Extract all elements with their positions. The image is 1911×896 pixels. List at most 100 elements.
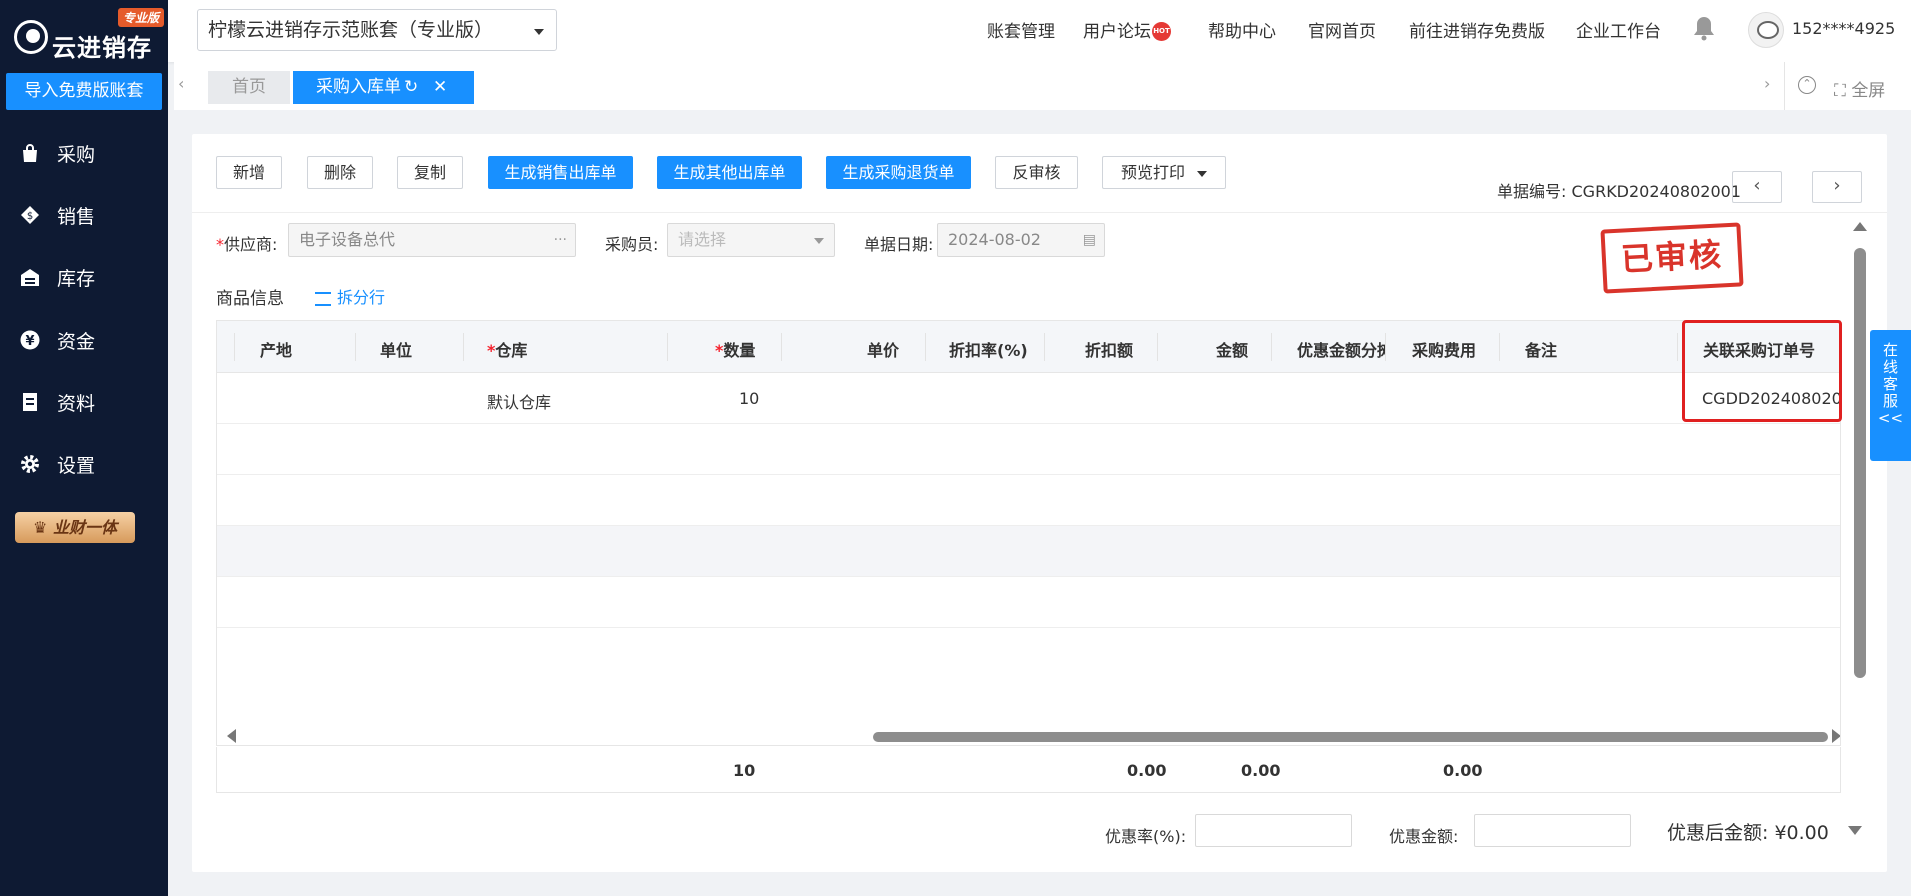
- tab-scroll-left-icon[interactable]: ‹: [178, 74, 184, 93]
- import-free-account-button[interactable]: 导入免费版账套: [6, 73, 162, 110]
- svg-text:¥: ¥: [25, 334, 34, 349]
- discount-rate-input[interactable]: [1195, 814, 1352, 847]
- link-help-center[interactable]: 帮助中心: [1208, 17, 1276, 42]
- column-header-unit-price[interactable]: 单价: [867, 337, 899, 361]
- table-row[interactable]: [217, 475, 1840, 526]
- link-user-forum[interactable]: 用户论坛 HOT: [1083, 17, 1171, 42]
- column-header-unit[interactable]: 单位: [380, 337, 412, 361]
- previous-document-button[interactable]: ‹: [1732, 171, 1782, 203]
- table-row[interactable]: [217, 526, 1840, 577]
- column-header-amount[interactable]: 金额: [1216, 337, 1248, 361]
- final-amount: 优惠后金额: ¥0.00: [1667, 818, 1829, 845]
- vertical-scrollbar[interactable]: [1853, 220, 1867, 720]
- split-row-label: 拆分行: [337, 288, 386, 307]
- scroll-right-icon[interactable]: [1832, 729, 1840, 743]
- sidebar-item-funds[interactable]: ¥ 资金: [0, 315, 168, 365]
- calendar-icon[interactable]: ▤: [1083, 224, 1096, 256]
- link-official-site[interactable]: 官网首页: [1308, 17, 1376, 42]
- tag-icon: $: [20, 205, 40, 225]
- column-header-origin[interactable]: 产地: [260, 337, 292, 361]
- promo-badge[interactable]: ♛ 业财一体: [15, 512, 135, 543]
- supplier-field[interactable]: 电子设备总代 ···: [288, 223, 576, 257]
- generate-other-outbound-button[interactable]: 生成其他出库单: [657, 156, 802, 189]
- link-enterprise-workbench[interactable]: 企业工作台: [1576, 17, 1661, 42]
- column-header-discount-allocation[interactable]: 优惠金额分摊: [1297, 337, 1385, 361]
- new-button[interactable]: 新增: [216, 156, 282, 189]
- tab-bar: ‹ 首页 采购入库单 ↻ ✕ › ⌃ ⛶ 全屏: [174, 62, 1911, 110]
- discount-rate-label: 优惠率(%):: [1105, 827, 1187, 846]
- tab-label: 采购入库单: [316, 77, 401, 97]
- sidebar-item-sales[interactable]: $ 销售: [0, 190, 168, 240]
- cell-quantity[interactable]: 10: [739, 389, 759, 408]
- online-service-tab[interactable]: 在 线 客 服 <<: [1870, 330, 1911, 461]
- column-header-discount-rate[interactable]: 折扣率(%): [949, 337, 1028, 361]
- link-account-management[interactable]: 账套管理: [987, 17, 1055, 42]
- divider: [192, 212, 1887, 213]
- account-select[interactable]: 柠檬云进销存示范账套（专业版）: [197, 9, 557, 51]
- copy-button[interactable]: 复制: [397, 156, 463, 189]
- more-icon[interactable]: ···: [554, 224, 567, 256]
- total-amount: 0.00: [1241, 761, 1281, 780]
- scroll-up-icon[interactable]: [1853, 222, 1867, 231]
- buyer-label: 采购员:: [605, 235, 659, 254]
- sidebar-item-settings[interactable]: 设置: [0, 439, 168, 489]
- column-header-warehouse[interactable]: *仓库: [487, 337, 527, 361]
- crown-icon: ♛: [33, 518, 53, 537]
- table-row[interactable]: 默认仓库 10 CGDD20240802001: [217, 373, 1840, 424]
- approved-stamp: 已审核: [1600, 222, 1744, 294]
- column-header-discount[interactable]: 折扣额: [1085, 337, 1133, 361]
- refresh-icon[interactable]: ↻: [404, 71, 418, 104]
- generate-purchase-return-button[interactable]: 生成采购退货单: [826, 156, 971, 189]
- tab-purchase-inbound[interactable]: 采购入库单 ↻ ✕: [293, 71, 474, 104]
- sidebar-item-inventory[interactable]: 库存: [0, 252, 168, 302]
- next-document-button[interactable]: ›: [1812, 171, 1862, 203]
- service-char: 服: [1882, 392, 1898, 410]
- fullscreen-button[interactable]: ⛶ 全屏: [1834, 76, 1885, 101]
- sidebar-item-label: 设置: [57, 455, 96, 477]
- collapse-up-icon[interactable]: ⌃: [1798, 76, 1816, 94]
- table-row[interactable]: [217, 577, 1840, 628]
- table-row[interactable]: [217, 628, 1840, 679]
- print-preview-button[interactable]: 预览打印: [1102, 156, 1226, 189]
- logo[interactable]: 云进销存 专业版: [10, 8, 168, 62]
- scrollbar-thumb[interactable]: [1854, 248, 1866, 678]
- unapprove-button[interactable]: 反审核: [995, 156, 1078, 189]
- column-header-remarks[interactable]: 备注: [1525, 337, 1557, 361]
- column-divider: [1499, 333, 1500, 361]
- generate-sales-outbound-button[interactable]: 生成销售出库单: [488, 156, 633, 189]
- scrollbar-thumb[interactable]: [873, 732, 1828, 742]
- discount-amount-input[interactable]: [1474, 814, 1631, 847]
- tab-scroll-right-icon[interactable]: ›: [1764, 74, 1770, 93]
- date-field[interactable]: 2024-08-02 ▤: [937, 223, 1105, 257]
- sidebar-item-data[interactable]: 资料: [0, 377, 168, 427]
- bell-icon[interactable]: [1693, 15, 1715, 41]
- link-free-version[interactable]: 前往进销存免费版: [1409, 17, 1545, 42]
- cell-linked-order[interactable]: CGDD20240802001: [1702, 389, 1840, 408]
- split-row-button[interactable]: 拆分行: [315, 284, 385, 308]
- divider: [1784, 62, 1785, 110]
- user-phone[interactable]: 152****4925: [1792, 19, 1895, 38]
- avatar[interactable]: [1748, 12, 1784, 48]
- gear-icon: [20, 454, 40, 474]
- svg-text:$: $: [27, 211, 33, 222]
- cell-warehouse[interactable]: 默认仓库: [487, 389, 551, 413]
- table-row[interactable]: [217, 424, 1840, 475]
- scroll-left-icon[interactable]: [227, 729, 236, 743]
- column-divider: [667, 333, 668, 361]
- final-amount-value: ¥0.00: [1774, 822, 1829, 844]
- close-icon[interactable]: ✕: [433, 71, 447, 104]
- service-char: 客: [1882, 375, 1898, 393]
- sidebar-item-label: 销售: [57, 206, 96, 228]
- edition-badge: 专业版: [118, 8, 165, 27]
- buyer-select[interactable]: 请选择: [667, 223, 835, 257]
- tab-home[interactable]: 首页: [208, 71, 290, 104]
- column-header-linked-order[interactable]: 关联采购订单号: [1703, 337, 1815, 361]
- delete-button[interactable]: 删除: [307, 156, 373, 189]
- logo-text: 云进销存: [52, 34, 152, 62]
- column-header-purchase-fee[interactable]: 采购费用: [1412, 337, 1476, 361]
- date-value: 2024-08-02: [948, 230, 1041, 249]
- horizontal-scrollbar[interactable]: [217, 727, 1840, 745]
- column-header-quantity[interactable]: *数量: [715, 337, 755, 361]
- scroll-down-icon[interactable]: [1848, 826, 1862, 835]
- sidebar-item-purchase[interactable]: 采购: [0, 128, 168, 178]
